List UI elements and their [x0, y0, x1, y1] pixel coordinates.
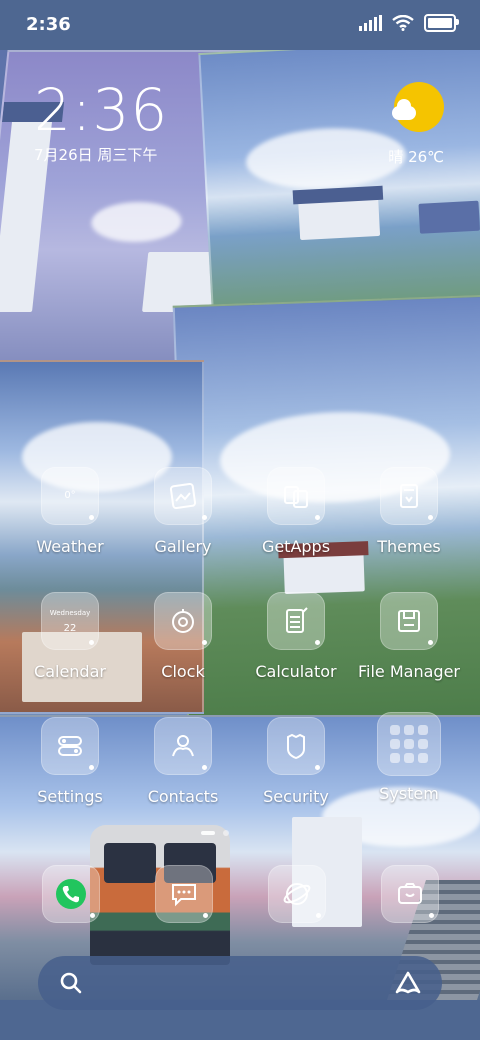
app-system-folder[interactable]: System	[353, 712, 465, 803]
train-window	[104, 843, 156, 883]
settings-icon	[41, 717, 99, 775]
security-icon	[267, 717, 325, 775]
themes-icon	[380, 467, 438, 525]
sun-cloud-icon	[392, 82, 444, 132]
messages-icon	[155, 865, 213, 923]
status-bar: 2:36	[0, 0, 480, 50]
dock-camera[interactable]	[381, 865, 439, 923]
app-label: Gallery	[154, 537, 212, 556]
wallpaper-house	[283, 551, 365, 595]
battery-icon	[424, 14, 459, 32]
calendar-day: 22	[63, 623, 77, 634]
app-file-manager[interactable]: File Manager	[353, 592, 465, 681]
weather-icon: 0°	[41, 467, 99, 525]
clock-icon	[154, 592, 212, 650]
wallpaper-panel	[198, 37, 480, 317]
weather-text: 晴 26℃	[388, 148, 444, 166]
app-label: Contacts	[147, 787, 219, 806]
app-label: GetApps	[261, 537, 331, 556]
weather-widget[interactable]: 晴 26℃	[388, 82, 444, 167]
app-security[interactable]: Security	[240, 717, 352, 806]
widget-time: 2:36	[34, 76, 169, 144]
wallpaper-house	[142, 252, 219, 312]
status-time: 2:36	[26, 14, 71, 35]
app-label: Themes	[377, 537, 441, 556]
app-label: Clock	[161, 662, 205, 681]
phone-icon	[42, 865, 100, 923]
page-dot	[223, 830, 229, 836]
app-gallery[interactable]: Gallery	[127, 467, 239, 556]
app-getapps[interactable]: GetApps	[240, 467, 352, 556]
contacts-icon	[154, 717, 212, 775]
app-label: Security	[263, 787, 329, 806]
page-dot-active	[201, 831, 215, 835]
gallery-icon	[154, 467, 212, 525]
search-bar[interactable]	[38, 956, 442, 1010]
signal-icon	[359, 15, 382, 31]
wallpaper-sign	[418, 200, 480, 234]
wifi-icon	[392, 15, 414, 31]
app-label: Settings	[37, 787, 103, 806]
app-label: Calculator	[255, 662, 337, 681]
widget-date: 7月26日 周三下午	[34, 146, 158, 164]
status-icons	[359, 14, 459, 32]
app-weather[interactable]: 0° Weather	[14, 467, 126, 556]
dock-phone[interactable]	[42, 865, 100, 923]
app-contacts[interactable]: Contacts	[127, 717, 239, 806]
app-clock[interactable]: Clock	[127, 592, 239, 681]
calculator-icon	[267, 592, 325, 650]
calendar-weekday: Wednesday	[49, 609, 91, 617]
app-label: System	[379, 784, 439, 803]
app-themes[interactable]: Themes	[353, 467, 465, 556]
camera-icon	[381, 865, 439, 923]
search-icon[interactable]	[60, 972, 82, 994]
clock-widget[interactable]: 2:36 7月26日 周三下午	[34, 78, 168, 165]
assistant-icon[interactable]	[394, 970, 422, 996]
app-settings[interactable]: Settings	[14, 717, 126, 806]
dock-browser[interactable]	[268, 865, 326, 923]
page-indicator[interactable]	[201, 830, 229, 836]
app-calculator[interactable]: Calculator	[240, 592, 352, 681]
app-calendar[interactable]: Wednesday 22 Calendar	[14, 592, 126, 681]
calendar-icon: Wednesday 22	[41, 592, 99, 650]
battery-level	[428, 18, 452, 28]
wallpaper-cloud	[244, 124, 408, 193]
app-label: File Manager	[358, 662, 460, 681]
app-label: Weather	[36, 537, 104, 556]
wallpaper-cloud	[89, 202, 184, 242]
getapps-icon	[267, 467, 325, 525]
file-manager-icon	[380, 592, 438, 650]
weather-icon-temp: 0°	[64, 490, 76, 501]
system-folder-icon	[377, 712, 441, 776]
app-label: Calendar	[34, 662, 106, 681]
browser-icon	[268, 865, 326, 923]
dock-messages[interactable]	[155, 865, 213, 923]
